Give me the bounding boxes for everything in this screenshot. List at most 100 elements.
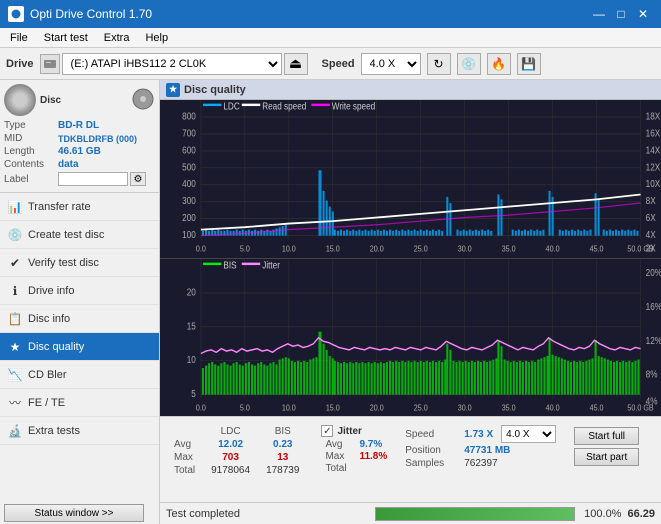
contents-label: Contents xyxy=(4,159,56,170)
svg-text:40.0: 40.0 xyxy=(546,244,560,254)
type-label: Type xyxy=(4,120,56,131)
jitter-col: ✓ Jitter Avg 9.7% Max 11.8% Tot xyxy=(321,425,387,474)
speed-pos-area: Speed 1.73 X 4.0 X Position 47731 MB Sam… xyxy=(405,425,556,471)
main-content: ★ Disc quality xyxy=(160,80,661,524)
maximize-button[interactable]: □ xyxy=(611,5,631,23)
eject-button[interactable]: ⏏ xyxy=(284,53,308,75)
svg-text:5.0: 5.0 xyxy=(240,244,251,254)
menu-help[interactable]: Help xyxy=(139,30,174,46)
speed-value: 1.73 X xyxy=(464,429,493,440)
label-input[interactable] xyxy=(58,172,128,186)
refresh-button[interactable]: ↻ xyxy=(427,53,451,75)
avg-label: Avg xyxy=(166,438,203,451)
speed-select[interactable]: 4.0 X xyxy=(361,53,421,75)
menu-extra[interactable]: Extra xyxy=(98,30,136,46)
nav-items: 📊 Transfer rate 💿 Create test disc ✔ Ver… xyxy=(0,193,159,502)
svg-text:15: 15 xyxy=(187,320,196,331)
main-layout: Disc Type BD-R DL MID TDKBLDRFB (000) xyxy=(0,80,661,524)
avg-bis: 0.23 xyxy=(258,438,307,451)
nav-fe-te-label: FE / TE xyxy=(28,397,65,409)
jitter-max-label: Max xyxy=(325,451,355,462)
svg-text:100: 100 xyxy=(182,229,196,240)
svg-text:25.0: 25.0 xyxy=(414,244,428,254)
nav-disc-info-label: Disc info xyxy=(28,313,70,325)
type-value: BD-R DL xyxy=(58,120,99,131)
burn-button[interactable]: 🔥 xyxy=(487,53,511,75)
bis-header: BIS xyxy=(258,425,307,438)
total-label: Total xyxy=(166,464,203,477)
disc-icon xyxy=(4,84,36,116)
close-button[interactable]: ✕ xyxy=(633,5,653,23)
avg-ldc: 12.02 xyxy=(203,438,258,451)
nav-fe-te[interactable]: 〰 FE / TE xyxy=(0,389,159,417)
start-full-button[interactable]: Start full xyxy=(574,427,639,445)
svg-text:400: 400 xyxy=(182,179,196,190)
nav-extra-tests[interactable]: 🔬 Extra tests xyxy=(0,417,159,445)
start-part-button[interactable]: Start part xyxy=(574,448,639,466)
nav-drive-info[interactable]: ℹ Drive info xyxy=(0,277,159,305)
jitter-checkbox[interactable]: ✓ xyxy=(321,425,333,437)
bottom-chart-svg: 20 15 10 5 20% 16% 12% 8% 4% 0.0 5.0 10.… xyxy=(160,259,661,417)
top-chart-svg: 800 700 600 500 400 300 200 100 18X 16X … xyxy=(160,100,661,258)
minimize-button[interactable]: — xyxy=(589,5,609,23)
nav-create-test[interactable]: 💿 Create test disc xyxy=(0,221,159,249)
nav-drive-info-label: Drive info xyxy=(28,285,74,297)
disc-label: Disc xyxy=(40,95,61,106)
status-bar: Status window >> xyxy=(0,502,159,524)
position-label: Position xyxy=(405,445,460,456)
disc-quality-icon: ★ xyxy=(8,340,22,354)
nav-transfer-rate-label: Transfer rate xyxy=(28,201,91,213)
svg-text:10X: 10X xyxy=(646,179,661,190)
nav-transfer-rate[interactable]: 📊 Transfer rate xyxy=(0,193,159,221)
jitter-avg-val: 9.7% xyxy=(359,439,382,450)
disc-small-icon xyxy=(131,87,155,111)
svg-text:6X: 6X xyxy=(646,213,656,224)
svg-text:30.0: 30.0 xyxy=(458,244,472,254)
drive-info-icon: ℹ xyxy=(8,284,22,298)
drive-select[interactable]: (E:) ATAPI iHBS112 2 CL0K xyxy=(62,53,282,75)
svg-text:8X: 8X xyxy=(646,196,656,207)
nav-cd-bler[interactable]: 📉 CD Bler xyxy=(0,361,159,389)
ldc-header: LDC xyxy=(203,425,258,438)
svg-text:5: 5 xyxy=(191,388,196,399)
stats-table: LDC BIS Avg 12.02 0.23 Max 703 13 xyxy=(166,425,307,477)
status-window-button[interactable]: Status window >> xyxy=(4,504,144,522)
svg-text:10.0: 10.0 xyxy=(282,244,296,254)
nav-extra-tests-label: Extra tests xyxy=(28,425,80,437)
svg-text:0.0: 0.0 xyxy=(196,402,207,412)
svg-text:50.0 GB: 50.0 GB xyxy=(627,402,653,412)
disc-info-icon: 📋 xyxy=(8,312,22,326)
svg-text:700: 700 xyxy=(182,128,196,139)
jitter-label: Jitter xyxy=(337,426,361,437)
nav-disc-quality[interactable]: ★ Disc quality xyxy=(0,333,159,361)
status-text: Test completed xyxy=(166,508,369,520)
svg-text:Jitter: Jitter xyxy=(262,260,280,271)
label-button[interactable]: ⚙ xyxy=(130,172,146,186)
svg-text:20%: 20% xyxy=(646,267,661,278)
svg-text:4X: 4X xyxy=(646,229,656,240)
total-bis: 178739 xyxy=(258,464,307,477)
title-bar: Opti Drive Control 1.70 — □ ✕ xyxy=(0,0,661,28)
svg-text:LDC: LDC xyxy=(223,101,240,112)
svg-text:16%: 16% xyxy=(646,301,661,312)
svg-text:18X: 18X xyxy=(646,111,661,122)
drive-icon xyxy=(40,54,60,74)
panel-title: Disc quality xyxy=(184,84,246,96)
disc-button[interactable]: 💿 xyxy=(457,53,481,75)
cd-bler-icon: 📉 xyxy=(8,368,22,382)
svg-text:35.0: 35.0 xyxy=(502,402,516,412)
speed-dropdown[interactable]: 4.0 X xyxy=(501,425,556,443)
svg-text:10: 10 xyxy=(187,354,196,365)
nav-verify-test[interactable]: ✔ Verify test disc xyxy=(0,249,159,277)
nav-disc-info[interactable]: 📋 Disc info xyxy=(0,305,159,333)
svg-text:20.0: 20.0 xyxy=(370,244,384,254)
contents-value: data xyxy=(58,159,79,170)
bottom-status-bar: Test completed 100.0% 66.29 xyxy=(160,502,661,524)
svg-text:Write speed: Write speed xyxy=(332,101,375,112)
extra-tests-icon: 🔬 xyxy=(8,424,22,438)
save-button[interactable]: 💾 xyxy=(517,53,541,75)
menu-start-test[interactable]: Start test xyxy=(38,30,94,46)
drive-label: Drive xyxy=(6,58,34,70)
menu-file[interactable]: File xyxy=(4,30,34,46)
nav-disc-quality-label: Disc quality xyxy=(28,341,84,353)
